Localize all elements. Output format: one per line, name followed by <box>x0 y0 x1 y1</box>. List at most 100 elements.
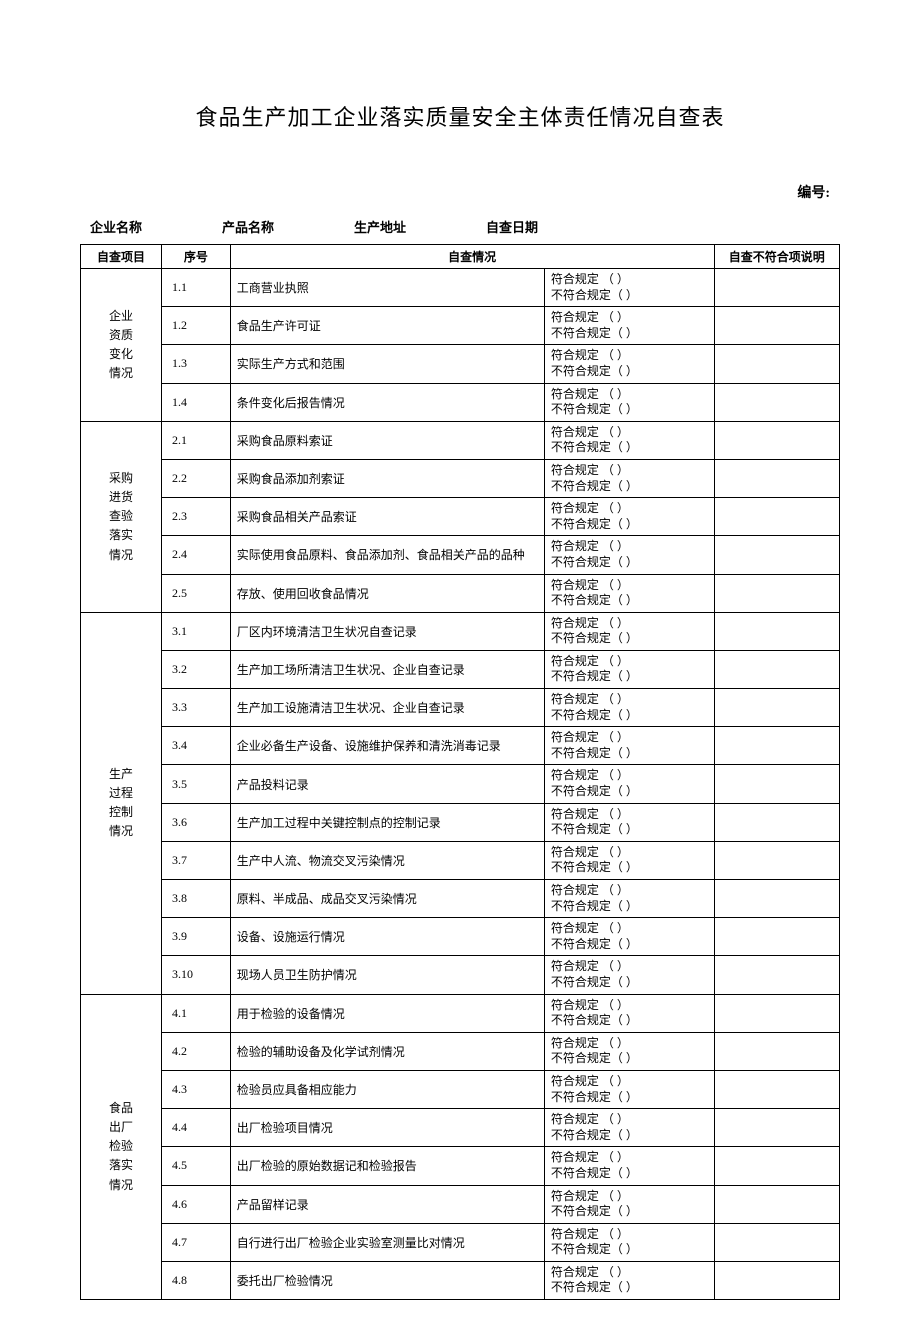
row-remark[interactable] <box>714 421 839 459</box>
row-number: 3.3 <box>162 689 231 727</box>
row-remark[interactable] <box>714 918 839 956</box>
table-row: 食品出厂检验落实情况4.1用于检验的设备情况符合规定 （ ）不符合规定（ ） <box>81 994 840 1032</box>
table-header-row: 自查项目 序号 自查情况 自查不符合项说明 <box>81 245 840 269</box>
row-remark[interactable] <box>714 498 839 536</box>
row-description: 现场人员卫生防护情况 <box>230 956 544 994</box>
row-remark[interactable] <box>714 536 839 574</box>
page-title: 食品生产加工企业落实质量安全主体责任情况自查表 <box>80 100 840 132</box>
row-number: 3.6 <box>162 803 231 841</box>
header-remark: 自查不符合项说明 <box>714 245 839 269</box>
row-remark[interactable] <box>714 345 839 383</box>
section-name: 采购进货查验落实情况 <box>81 421 162 612</box>
table-row: 3.9设备、设施运行情况符合规定 （ ）不符合规定（ ） <box>81 918 840 956</box>
row-status: 符合规定 （ ）不符合规定（ ） <box>544 498 714 536</box>
row-status: 符合规定 （ ）不符合规定（ ） <box>544 1070 714 1108</box>
table-row: 4.4出厂检验项目情况符合规定 （ ）不符合规定（ ） <box>81 1109 840 1147</box>
row-description: 厂区内环境清洁卫生状况自查记录 <box>230 612 544 650</box>
table-row: 4.7自行进行出厂检验企业实验室测量比对情况符合规定 （ ）不符合规定（ ） <box>81 1223 840 1261</box>
row-remark[interactable] <box>714 1032 839 1070</box>
row-number: 1.4 <box>162 383 231 421</box>
table-row: 2.2采购食品添加剂索证符合规定 （ ）不符合规定（ ） <box>81 459 840 497</box>
row-remark[interactable] <box>714 383 839 421</box>
row-status: 符合规定 （ ）不符合规定（ ） <box>544 1223 714 1261</box>
row-remark[interactable] <box>714 765 839 803</box>
row-remark[interactable] <box>714 459 839 497</box>
address-label: 生产地址 <box>354 217 406 236</box>
row-number: 1.2 <box>162 307 231 345</box>
table-row: 3.6生产加工过程中关键控制点的控制记录符合规定 （ ）不符合规定（ ） <box>81 803 840 841</box>
row-status: 符合规定 （ ）不符合规定（ ） <box>544 574 714 612</box>
section-name: 企业资质变化情况 <box>81 269 162 422</box>
row-status: 符合规定 （ ）不符合规定（ ） <box>544 841 714 879</box>
row-description: 采购食品添加剂索证 <box>230 459 544 497</box>
table-row: 4.2检验的辅助设备及化学试剂情况符合规定 （ ）不符合规定（ ） <box>81 1032 840 1070</box>
section-name: 食品出厂检验落实情况 <box>81 994 162 1300</box>
row-remark[interactable] <box>714 956 839 994</box>
row-status: 符合规定 （ ）不符合规定（ ） <box>544 536 714 574</box>
row-status: 符合规定 （ ）不符合规定（ ） <box>544 880 714 918</box>
header-project: 自查项目 <box>81 245 162 269</box>
table-row: 2.4实际使用食品原料、食品添加剂、食品相关产品的品种符合规定 （ ）不符合规定… <box>81 536 840 574</box>
row-remark[interactable] <box>714 1109 839 1147</box>
table-row: 4.3检验员应具备相应能力符合规定 （ ）不符合规定（ ） <box>81 1070 840 1108</box>
numbering-label: 编号: <box>80 182 840 202</box>
row-description: 生产中人流、物流交叉污染情况 <box>230 841 544 879</box>
row-remark[interactable] <box>714 841 839 879</box>
row-number: 3.7 <box>162 841 231 879</box>
row-number: 4.1 <box>162 994 231 1032</box>
row-description: 委托出厂检验情况 <box>230 1261 544 1299</box>
table-row: 1.4条件变化后报告情况符合规定 （ ）不符合规定（ ） <box>81 383 840 421</box>
row-remark[interactable] <box>714 1185 839 1223</box>
row-number: 3.5 <box>162 765 231 803</box>
row-description: 自行进行出厂检验企业实验室测量比对情况 <box>230 1223 544 1261</box>
row-status: 符合规定 （ ）不符合规定（ ） <box>544 918 714 956</box>
row-number: 4.5 <box>162 1147 231 1185</box>
row-remark[interactable] <box>714 269 839 307</box>
row-remark[interactable] <box>714 1070 839 1108</box>
row-remark[interactable] <box>714 650 839 688</box>
row-remark[interactable] <box>714 1223 839 1261</box>
section-name: 生产过程控制情况 <box>81 612 162 994</box>
row-number: 1.3 <box>162 345 231 383</box>
row-status: 符合规定 （ ）不符合规定（ ） <box>544 1109 714 1147</box>
row-number: 2.4 <box>162 536 231 574</box>
table-row: 1.3实际生产方式和范围符合规定 （ ）不符合规定（ ） <box>81 345 840 383</box>
row-remark[interactable] <box>714 880 839 918</box>
company-label: 企业名称 <box>90 217 142 236</box>
row-status: 符合规定 （ ）不符合规定（ ） <box>544 1185 714 1223</box>
table-row: 3.5产品投料记录符合规定 （ ）不符合规定（ ） <box>81 765 840 803</box>
row-remark[interactable] <box>714 574 839 612</box>
row-description: 生产加工设施清洁卫生状况、企业自查记录 <box>230 689 544 727</box>
row-number: 4.8 <box>162 1261 231 1299</box>
row-description: 生产加工场所清洁卫生状况、企业自查记录 <box>230 650 544 688</box>
row-number: 4.3 <box>162 1070 231 1108</box>
row-number: 2.2 <box>162 459 231 497</box>
row-number: 3.1 <box>162 612 231 650</box>
row-remark[interactable] <box>714 727 839 765</box>
header-num: 序号 <box>162 245 231 269</box>
row-remark[interactable] <box>714 612 839 650</box>
row-remark[interactable] <box>714 689 839 727</box>
row-status: 符合规定 （ ）不符合规定（ ） <box>544 1261 714 1299</box>
row-description: 出厂检验项目情况 <box>230 1109 544 1147</box>
row-description: 产品投料记录 <box>230 765 544 803</box>
row-number: 4.6 <box>162 1185 231 1223</box>
row-remark[interactable] <box>714 994 839 1032</box>
row-number: 4.7 <box>162 1223 231 1261</box>
row-status: 符合规定 （ ）不符合规定（ ） <box>544 803 714 841</box>
row-status: 符合规定 （ ）不符合规定（ ） <box>544 383 714 421</box>
product-label: 产品名称 <box>222 217 274 236</box>
table-row: 4.8委托出厂检验情况符合规定 （ ）不符合规定（ ） <box>81 1261 840 1299</box>
row-status: 符合规定 （ ）不符合规定（ ） <box>544 1032 714 1070</box>
row-description: 设备、设施运行情况 <box>230 918 544 956</box>
table-row: 4.6产品留样记录符合规定 （ ）不符合规定（ ） <box>81 1185 840 1223</box>
row-remark[interactable] <box>714 803 839 841</box>
row-remark[interactable] <box>714 1147 839 1185</box>
row-number: 3.4 <box>162 727 231 765</box>
row-status: 符合规定 （ ）不符合规定（ ） <box>544 727 714 765</box>
row-remark[interactable] <box>714 1261 839 1299</box>
row-status: 符合规定 （ ）不符合规定（ ） <box>544 459 714 497</box>
row-status: 符合规定 （ ）不符合规定（ ） <box>544 345 714 383</box>
table-row: 1.2食品生产许可证符合规定 （ ）不符合规定（ ） <box>81 307 840 345</box>
row-remark[interactable] <box>714 307 839 345</box>
